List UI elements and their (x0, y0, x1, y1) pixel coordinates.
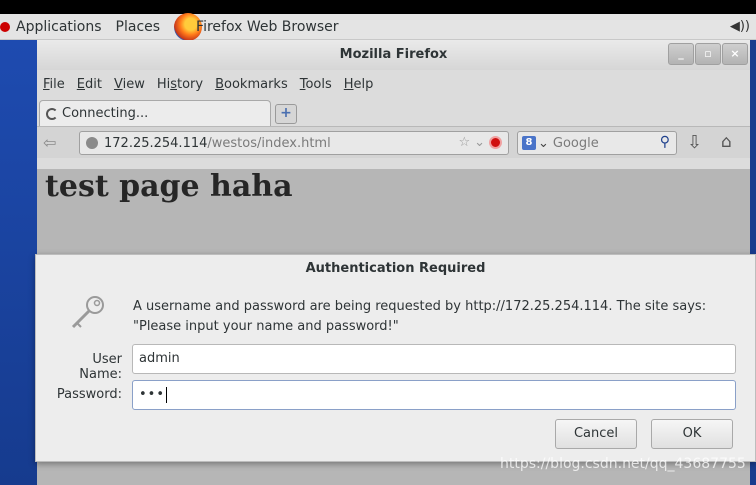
screen-top-strip (0, 0, 756, 14)
dialog-title: Authentication Required (305, 261, 486, 276)
bookmark-star-icon[interactable]: ☆ (458, 135, 470, 150)
key-icon (71, 296, 104, 329)
search-magnifier-icon[interactable]: ⚲ (660, 134, 670, 150)
text-caret (166, 386, 168, 403)
password-value: ••• (139, 387, 166, 402)
home-icon[interactable]: ⌂ (721, 132, 732, 152)
search-engine-icon[interactable]: 8 (522, 136, 536, 150)
menu-tools[interactable]: Tools (300, 77, 332, 92)
globe-icon (86, 137, 98, 149)
gnome-top-panel: Applications Places Firefox Web Browser … (0, 12, 756, 41)
menu-history[interactable]: History (157, 77, 203, 92)
download-icon[interactable]: ⇩ (687, 132, 702, 153)
password-label: Password: (56, 387, 122, 402)
page-heading: test page haha (45, 169, 293, 204)
stop-icon[interactable] (489, 136, 502, 149)
window-title: Mozilla Firefox (339, 47, 448, 62)
back-arrow-icon[interactable]: ⇦ (43, 133, 56, 152)
menu-file[interactable]: File (43, 77, 65, 92)
applications-menu[interactable]: Applications (0, 19, 102, 35)
navigation-toolbar: ⇦ 172.25.254.114/westos/index.html ☆ ⌄ 8… (37, 126, 750, 158)
close-button[interactable]: × (722, 43, 748, 65)
active-app-label: Firefox Web Browser (196, 18, 339, 35)
menu-help[interactable]: Help (344, 77, 374, 92)
new-tab-button[interactable]: + (275, 104, 297, 124)
url-host: 172.25.254.114 (104, 135, 208, 151)
window-titlebar[interactable]: Mozilla Firefox _ ▫ × (37, 40, 750, 70)
cancel-button[interactable]: Cancel (555, 419, 637, 449)
history-dropdown-icon[interactable]: ⌄ (474, 135, 485, 150)
ok-button[interactable]: OK (651, 419, 733, 449)
loading-spinner-icon (46, 107, 58, 120)
search-placeholder: Google (552, 135, 599, 151)
tab-connecting[interactable]: Connecting... (39, 100, 271, 126)
password-field[interactable]: ••• (132, 380, 736, 410)
username-field[interactable]: admin (132, 344, 736, 374)
menu-edit[interactable]: Edit (77, 77, 102, 92)
tab-strip: Connecting... + (37, 98, 750, 126)
url-path: /westos/index.html (207, 135, 331, 151)
search-bar[interactable]: 8 ⌄ Google ⚲ (517, 131, 677, 155)
maximize-button[interactable]: ▫ (695, 43, 721, 65)
menu-view[interactable]: View (114, 77, 145, 92)
active-app-menu[interactable]: Firefox Web Browser (174, 12, 339, 41)
redhat-logo-icon (0, 21, 10, 32)
volume-icon[interactable]: ◀)) (730, 19, 750, 34)
username-value: admin (139, 351, 180, 366)
minimize-button[interactable]: _ (668, 43, 694, 65)
tab-label: Connecting... (62, 106, 149, 121)
watermark-text: https://blog.csdn.net/qq_43687755 (500, 456, 746, 472)
url-bar[interactable]: 172.25.254.114/westos/index.html ☆ ⌄ (79, 131, 509, 155)
places-menu[interactable]: Places (116, 19, 161, 35)
applications-label: Applications (16, 18, 102, 35)
menubar: File Edit View History Bookmarks Tools H… (37, 70, 750, 98)
window-controls: _ ▫ × (668, 43, 748, 65)
desktop-background (0, 40, 37, 485)
url-bar-icons: ☆ ⌄ (458, 135, 502, 150)
places-label: Places (115, 18, 161, 35)
auth-dialog: Authentication Required A username and p… (35, 254, 756, 462)
engine-dropdown-icon[interactable]: ⌄ (538, 136, 549, 151)
menu-bookmarks[interactable]: Bookmarks (215, 77, 288, 92)
dialog-message: A username and password are being reques… (133, 299, 707, 334)
username-label: User Name: (79, 352, 122, 382)
